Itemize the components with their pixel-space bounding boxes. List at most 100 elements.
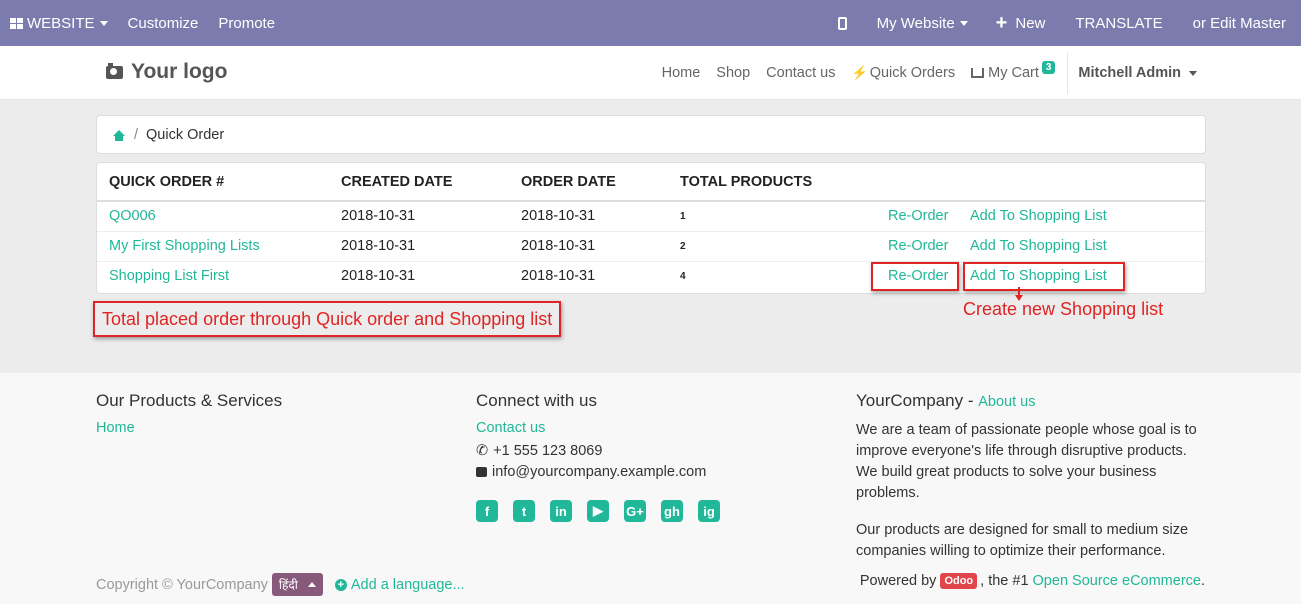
my-website-menu[interactable]: My Website	[867, 0, 986, 46]
main-content: / Quick Order Quick Order # Created Date…	[0, 100, 1301, 373]
footer-company-products: Our products are designed for small to m…	[856, 522, 1189, 559]
order-name-link[interactable]: Shopping List First	[97, 260, 329, 291]
home-icon[interactable]	[113, 129, 125, 141]
footer-company-name: YourCompany	[856, 391, 964, 410]
footer-home-link[interactable]: Home	[96, 420, 282, 436]
instagram-icon[interactable]: ig	[698, 500, 720, 522]
open-source-ecommerce-link[interactable]: Open Source eCommerce	[1033, 573, 1201, 589]
col-header-quick-order: Quick Order #	[97, 163, 329, 202]
add-list-highlight-box	[963, 262, 1125, 291]
language-label: हिंदी	[278, 578, 298, 592]
nav-home[interactable]: Home	[654, 65, 709, 81]
col-header-add	[958, 163, 1205, 202]
created-date: 2018-10-31	[329, 200, 509, 231]
order-date: 2018-10-31	[509, 230, 668, 261]
footer-about-link[interactable]: About us	[978, 394, 1035, 410]
total-products: 1	[668, 200, 876, 231]
user-name: Mitchell Admin	[1078, 65, 1181, 81]
footer-company-title: YourCompany - About us	[856, 391, 1206, 411]
powered-mid: , the #1	[980, 573, 1029, 589]
envelope-icon	[476, 466, 487, 477]
promote-menu[interactable]: Promote	[208, 0, 285, 46]
footer-email-text: info@yourcompany.example.com	[492, 463, 707, 480]
linkedin-icon[interactable]: in	[550, 500, 572, 522]
site-logo[interactable]: Your logo	[106, 60, 227, 84]
annotation-arrow	[1015, 287, 1023, 301]
odoo-logo[interactable]: Odoo	[940, 573, 978, 589]
google-plus-icon[interactable]: G+	[624, 500, 646, 522]
footer-email: info@yourcompany.example.com	[476, 461, 720, 482]
github-icon[interactable]: gh	[661, 500, 683, 522]
total-placed-annotation: Total placed order through Quick order a…	[93, 301, 561, 337]
copyright-text: Copyright © YourCompany	[96, 576, 268, 593]
footer-products-title: Our Products & Services	[96, 391, 283, 410]
camera-icon	[106, 62, 123, 79]
created-date: 2018-10-31	[329, 230, 509, 261]
language-selector[interactable]: हिंदी	[271, 573, 323, 596]
order-name-link[interactable]: QO006	[97, 200, 329, 231]
breadcrumb-current: Quick Order	[146, 126, 225, 143]
col-header-order-date: Order Date	[509, 163, 668, 202]
reorder-highlight-box	[871, 262, 959, 291]
social-links: f t in ▶ G+ gh ig	[476, 500, 720, 522]
caret-up-icon	[307, 582, 316, 587]
bolt-icon: ⚡	[851, 65, 868, 80]
powered-end: .	[1200, 573, 1205, 589]
edit-master-button[interactable]: or Edit Master	[1183, 0, 1301, 46]
customize-menu[interactable]: Customize	[118, 0, 209, 46]
add-language-label: Add a language...	[350, 576, 465, 593]
admin-bar: WEBSITE Customize Promote My Website + N…	[0, 0, 1301, 46]
order-name-link[interactable]: My First Shopping Lists	[97, 230, 329, 261]
phone-icon: ✆	[476, 442, 489, 459]
nav-contact[interactable]: Contact us	[758, 65, 843, 81]
mobile-preview-button[interactable]	[828, 0, 867, 46]
cart-count-badge: 3	[1041, 60, 1056, 74]
col-header-total-products: Total Products	[668, 163, 876, 202]
col-header-created-date: Created Date	[329, 163, 509, 202]
website-menu[interactable]: WEBSITE	[0, 0, 118, 46]
created-date: 2018-10-31	[329, 260, 509, 291]
add-language-link[interactable]: + Add a language...	[334, 576, 465, 593]
footer-connect-title: Connect with us	[476, 391, 597, 410]
mobile-icon	[837, 16, 847, 30]
nav-divider	[1067, 52, 1069, 94]
footer-company-column: YourCompany - About us We are a team of …	[856, 391, 1206, 562]
add-to-shopping-list-link[interactable]: Add To Shopping List	[958, 200, 1205, 231]
footer-phone: ✆ +1 555 123 8069	[476, 440, 720, 461]
breadcrumb-separator: /	[134, 126, 139, 143]
new-button[interactable]: + New	[986, 0, 1066, 46]
my-website-label: My Website	[876, 14, 955, 32]
plus-circle-icon: +	[334, 578, 347, 591]
translate-button[interactable]: TRANSLATE	[1065, 0, 1182, 46]
order-date: 2018-10-31	[509, 260, 668, 291]
create-new-list-annotation: Create new Shopping list	[963, 299, 1164, 319]
add-to-shopping-list-link[interactable]: Add To Shopping List	[958, 230, 1205, 261]
plus-icon: +	[995, 12, 1008, 34]
nav-cart[interactable]: My Cart 3	[963, 60, 1063, 81]
order-date: 2018-10-31	[509, 200, 668, 231]
footer-company-separator: -	[967, 391, 974, 410]
footer-phone-text: +1 555 123 8069	[493, 442, 603, 459]
breadcrumb: / Quick Order	[96, 115, 1206, 154]
total-products: 4	[668, 260, 876, 291]
footer-company-description: We are a team of passionate people whose…	[856, 422, 1197, 501]
table-row: My First Shopping Lists 2018-10-31 2018-…	[97, 230, 1205, 261]
caret-down-icon	[99, 20, 108, 26]
facebook-icon[interactable]: f	[476, 500, 498, 522]
nav-shop[interactable]: Shop	[708, 65, 758, 81]
footer-contact-link[interactable]: Contact us	[476, 420, 720, 436]
user-menu[interactable]: Mitchell Admin	[1072, 65, 1197, 81]
apps-grid-icon	[10, 17, 23, 29]
reorder-link[interactable]: Re-Order	[876, 230, 958, 261]
twitter-icon[interactable]: t	[513, 500, 535, 522]
site-header: Your logo Home Shop Contact us ⚡ Quick O…	[0, 46, 1301, 100]
table-header-row: Quick Order # Created Date Order Date To…	[97, 163, 1205, 202]
powered-prefix: Powered by	[859, 573, 937, 589]
col-header-reorder	[876, 163, 958, 202]
reorder-link[interactable]: Re-Order	[876, 200, 958, 231]
nav-quick-orders[interactable]: ⚡ Quick Orders	[844, 65, 964, 81]
footer-connect-column: Connect with us Contact us ✆ +1 555 123 …	[476, 391, 720, 522]
caret-down-icon	[1189, 70, 1197, 76]
site-footer: Our Products & Services Home Connect wit…	[0, 373, 1301, 604]
youtube-icon[interactable]: ▶	[587, 500, 609, 522]
